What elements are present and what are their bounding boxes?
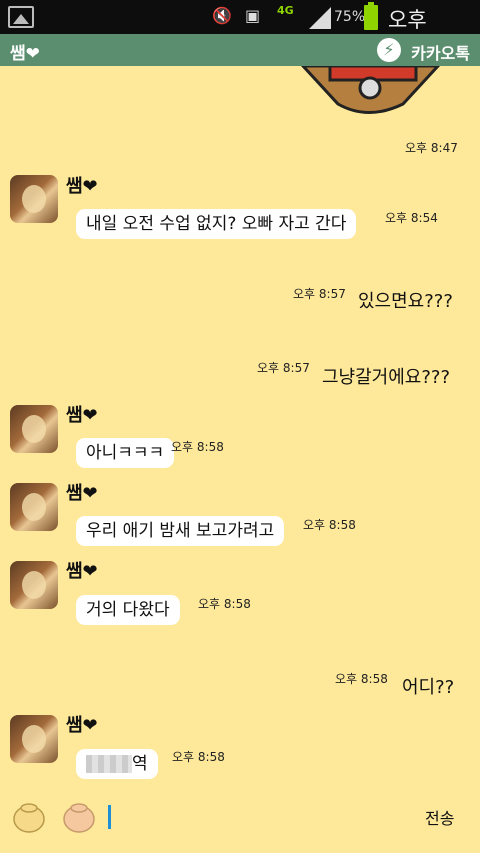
signal-icon (309, 7, 331, 29)
my-message[interactable]: 그냥갈거에요??? (322, 363, 450, 389)
status-bar: 🔇 ▣ 4G 75% 오후 9:02 (0, 0, 480, 58)
app-brand: 카카오톡 (411, 44, 470, 63)
avatar[interactable] (10, 715, 58, 763)
sticker-icon[interactable] (60, 797, 98, 835)
avatar[interactable] (10, 175, 58, 223)
message-bubble[interactable]: 아니ㅋㅋㅋ (76, 438, 175, 468)
message-bubble[interactable]: 역 (76, 749, 158, 779)
message-time: 오후 8:57 (257, 361, 310, 375)
avatar[interactable] (10, 561, 58, 609)
my-message[interactable]: 있으면요??? (358, 287, 453, 313)
chat-title[interactable]: 쌤❤ (10, 39, 40, 64)
gallery-icon (8, 6, 34, 28)
message-time: 오후 8:58 (303, 518, 356, 532)
send-button[interactable]: 전송 (425, 805, 454, 829)
sender-name: 쌤❤ (66, 176, 98, 197)
message-time: 오후 8:57 (293, 287, 346, 301)
message-time: 오후 8:58 (198, 597, 251, 611)
sender-name: 쌤❤ (66, 405, 98, 426)
sender-name: 쌤❤ (66, 483, 98, 504)
avatar[interactable] (10, 483, 58, 531)
message-time: 오후 8:58 (335, 672, 388, 686)
kakaotalk-logo-icon: ⚡ (377, 38, 401, 62)
network-type: 4G (277, 4, 294, 17)
sd-card-icon: ▣ (245, 6, 261, 25)
my-message[interactable]: 어디?? (402, 673, 454, 699)
mute-icon: 🔇 (212, 6, 232, 25)
battery-icon (364, 2, 378, 30)
message-bubble[interactable]: 거의 다왔다 (76, 595, 180, 625)
message-time: 오후 8:58 (172, 750, 225, 764)
message-time: 오후 8:47 (405, 141, 458, 155)
message-time: 오후 8:54 (385, 211, 438, 225)
sender-name: 쌤❤ (66, 561, 98, 582)
emoticon-icon[interactable] (10, 797, 48, 835)
message-time: 오후 8:58 (171, 440, 224, 454)
battery-percent: 75% (334, 9, 366, 25)
message-bubble[interactable]: 내일 오전 수업 없지? 오빠 자고 간다 (76, 209, 357, 239)
sender-name: 쌤❤ (66, 715, 98, 736)
sticker-image[interactable] (298, 66, 448, 118)
avatar[interactable] (10, 405, 58, 453)
message-bubble[interactable]: 우리 애기 밤새 보고가려고 (76, 516, 285, 546)
chat-title-bar: 쌤❤ ⚡ 카카오톡 (0, 34, 480, 66)
redacted-text (86, 755, 132, 773)
message-input-cursor[interactable] (108, 805, 111, 829)
